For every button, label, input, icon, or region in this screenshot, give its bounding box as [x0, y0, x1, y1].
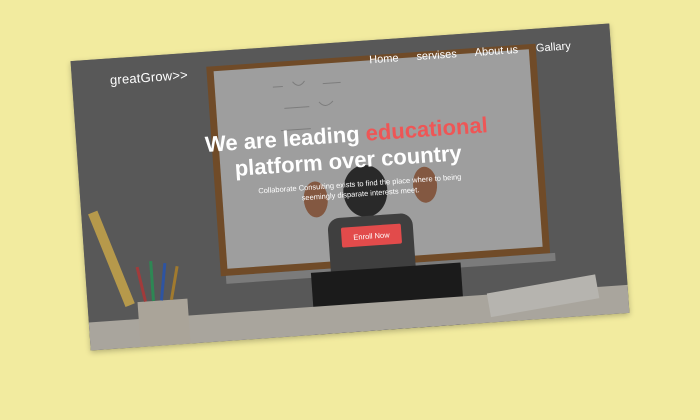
- nav-link-services[interactable]: servises: [416, 48, 457, 63]
- nav-menu: Home servises About us Gallary: [369, 40, 571, 66]
- enroll-now-button[interactable]: Enroll Now: [340, 223, 403, 248]
- brand-logo[interactable]: greatGrow>>: [109, 67, 188, 87]
- nav-link-about[interactable]: About us: [474, 44, 518, 59]
- website-screenshot: greatGrow>> Home servises About us Galla…: [70, 23, 630, 351]
- nav-link-gallery[interactable]: Gallary: [536, 40, 572, 54]
- nav-link-home[interactable]: Home: [369, 52, 399, 66]
